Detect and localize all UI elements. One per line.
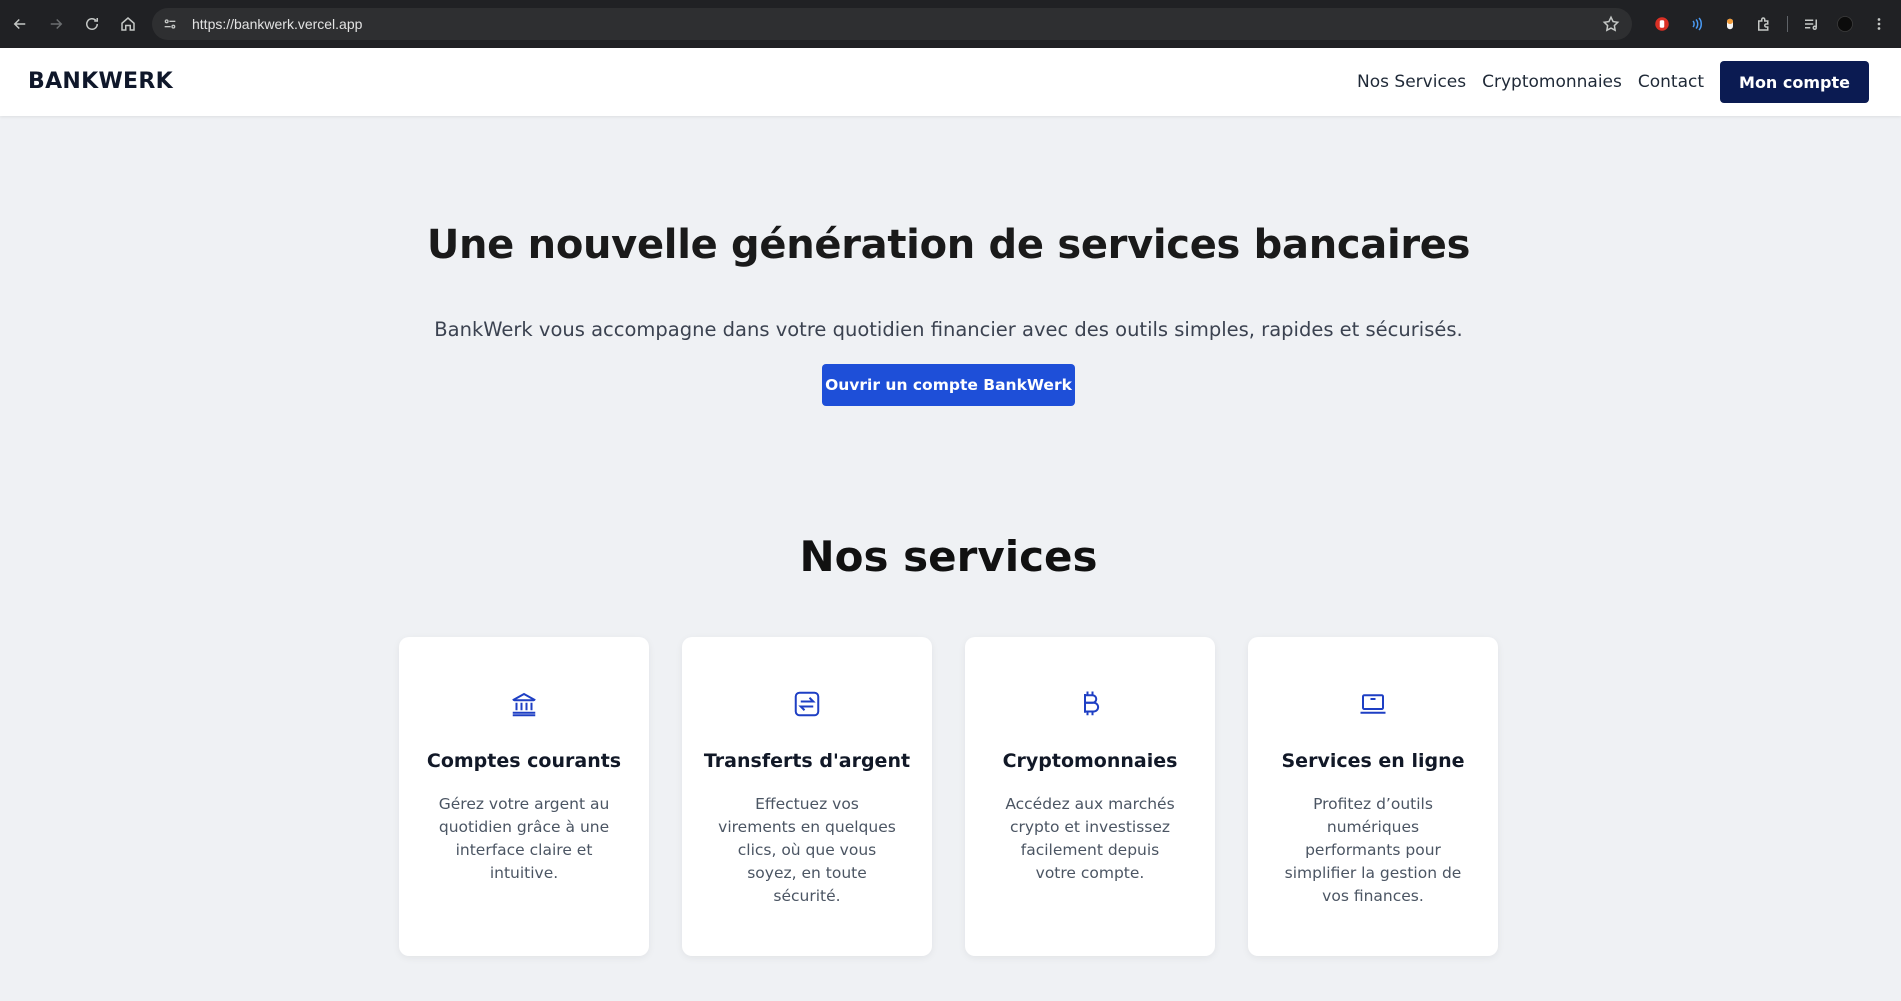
- hero-subtitle: BankWerk vous accompagne dans votre quot…: [434, 318, 1463, 341]
- service-cards: Comptes courants Gérez votre argent au q…: [399, 637, 1498, 956]
- back-icon[interactable]: [2, 6, 38, 42]
- service-card-title: Cryptomonnaies: [1002, 750, 1178, 772]
- browser-toolbar: https://bankwerk.vercel.app: [0, 0, 1901, 48]
- profile-avatar-icon[interactable]: [1828, 10, 1862, 38]
- bank-icon: [509, 689, 539, 719]
- site-logo[interactable]: BANKWERK: [28, 69, 173, 94]
- extensions-puzzle-icon[interactable]: [1747, 10, 1781, 38]
- service-card-transfers: Transferts d'argent Effectuez vos vireme…: [682, 637, 932, 956]
- media-queue-icon[interactable]: [1794, 10, 1828, 38]
- address-bar[interactable]: https://bankwerk.vercel.app: [152, 8, 1632, 40]
- reload-icon[interactable]: [74, 6, 110, 42]
- site-info-icon[interactable]: [156, 10, 184, 38]
- service-card-text: Effectuez vos virements en quelques clic…: [718, 795, 896, 905]
- home-icon[interactable]: [110, 6, 146, 42]
- nav-link-services[interactable]: Nos Services: [1357, 72, 1466, 92]
- services-heading: Nos services: [799, 532, 1098, 581]
- main-nav: Nos Services Cryptomonnaies Contact Mon …: [1357, 61, 1869, 103]
- extension-wave-icon[interactable]: [1679, 10, 1713, 38]
- service-card-text: Gérez votre argent au quotidien grâce à …: [438, 795, 610, 882]
- forward-icon[interactable]: [38, 6, 74, 42]
- hero-title: Une nouvelle génération de services banc…: [426, 222, 1471, 268]
- service-card-title: Services en ligne: [1281, 750, 1465, 772]
- toolbar-divider: [1787, 16, 1788, 32]
- service-card-accounts: Comptes courants Gérez votre argent au q…: [399, 637, 649, 956]
- bookmark-star-icon[interactable]: [1602, 15, 1620, 33]
- service-card-text: Profitez d’outils numériques performants…: [1284, 795, 1462, 905]
- service-card-title: Comptes courants: [426, 750, 622, 772]
- service-card-title: Transferts d'argent: [703, 750, 911, 772]
- extension-capsule-icon[interactable]: [1713, 10, 1747, 38]
- browser-menu-icon[interactable]: [1862, 10, 1896, 38]
- service-card-text: Accédez aux marchés crypto et investisse…: [1005, 795, 1175, 882]
- extension-red-icon[interactable]: [1645, 10, 1679, 38]
- service-card-online: Services en ligne Profitez d’outils numé…: [1248, 637, 1498, 956]
- open-account-button[interactable]: Ouvrir un compte BankWerk: [822, 364, 1075, 406]
- my-account-button[interactable]: Mon compte: [1720, 61, 1869, 103]
- bitcoin-icon: [1075, 689, 1105, 719]
- service-card-crypto: Cryptomonnaies Accédez aux marchés crypt…: [965, 637, 1215, 956]
- nav-link-contact[interactable]: Contact: [1638, 72, 1704, 92]
- transfer-icon: [792, 689, 822, 719]
- laptop-icon: [1358, 689, 1388, 719]
- url-text[interactable]: https://bankwerk.vercel.app: [192, 16, 362, 32]
- nav-link-crypto[interactable]: Cryptomonnaies: [1482, 72, 1622, 92]
- site-header: BANKWERK Nos Services Cryptomonnaies Con…: [0, 48, 1901, 116]
